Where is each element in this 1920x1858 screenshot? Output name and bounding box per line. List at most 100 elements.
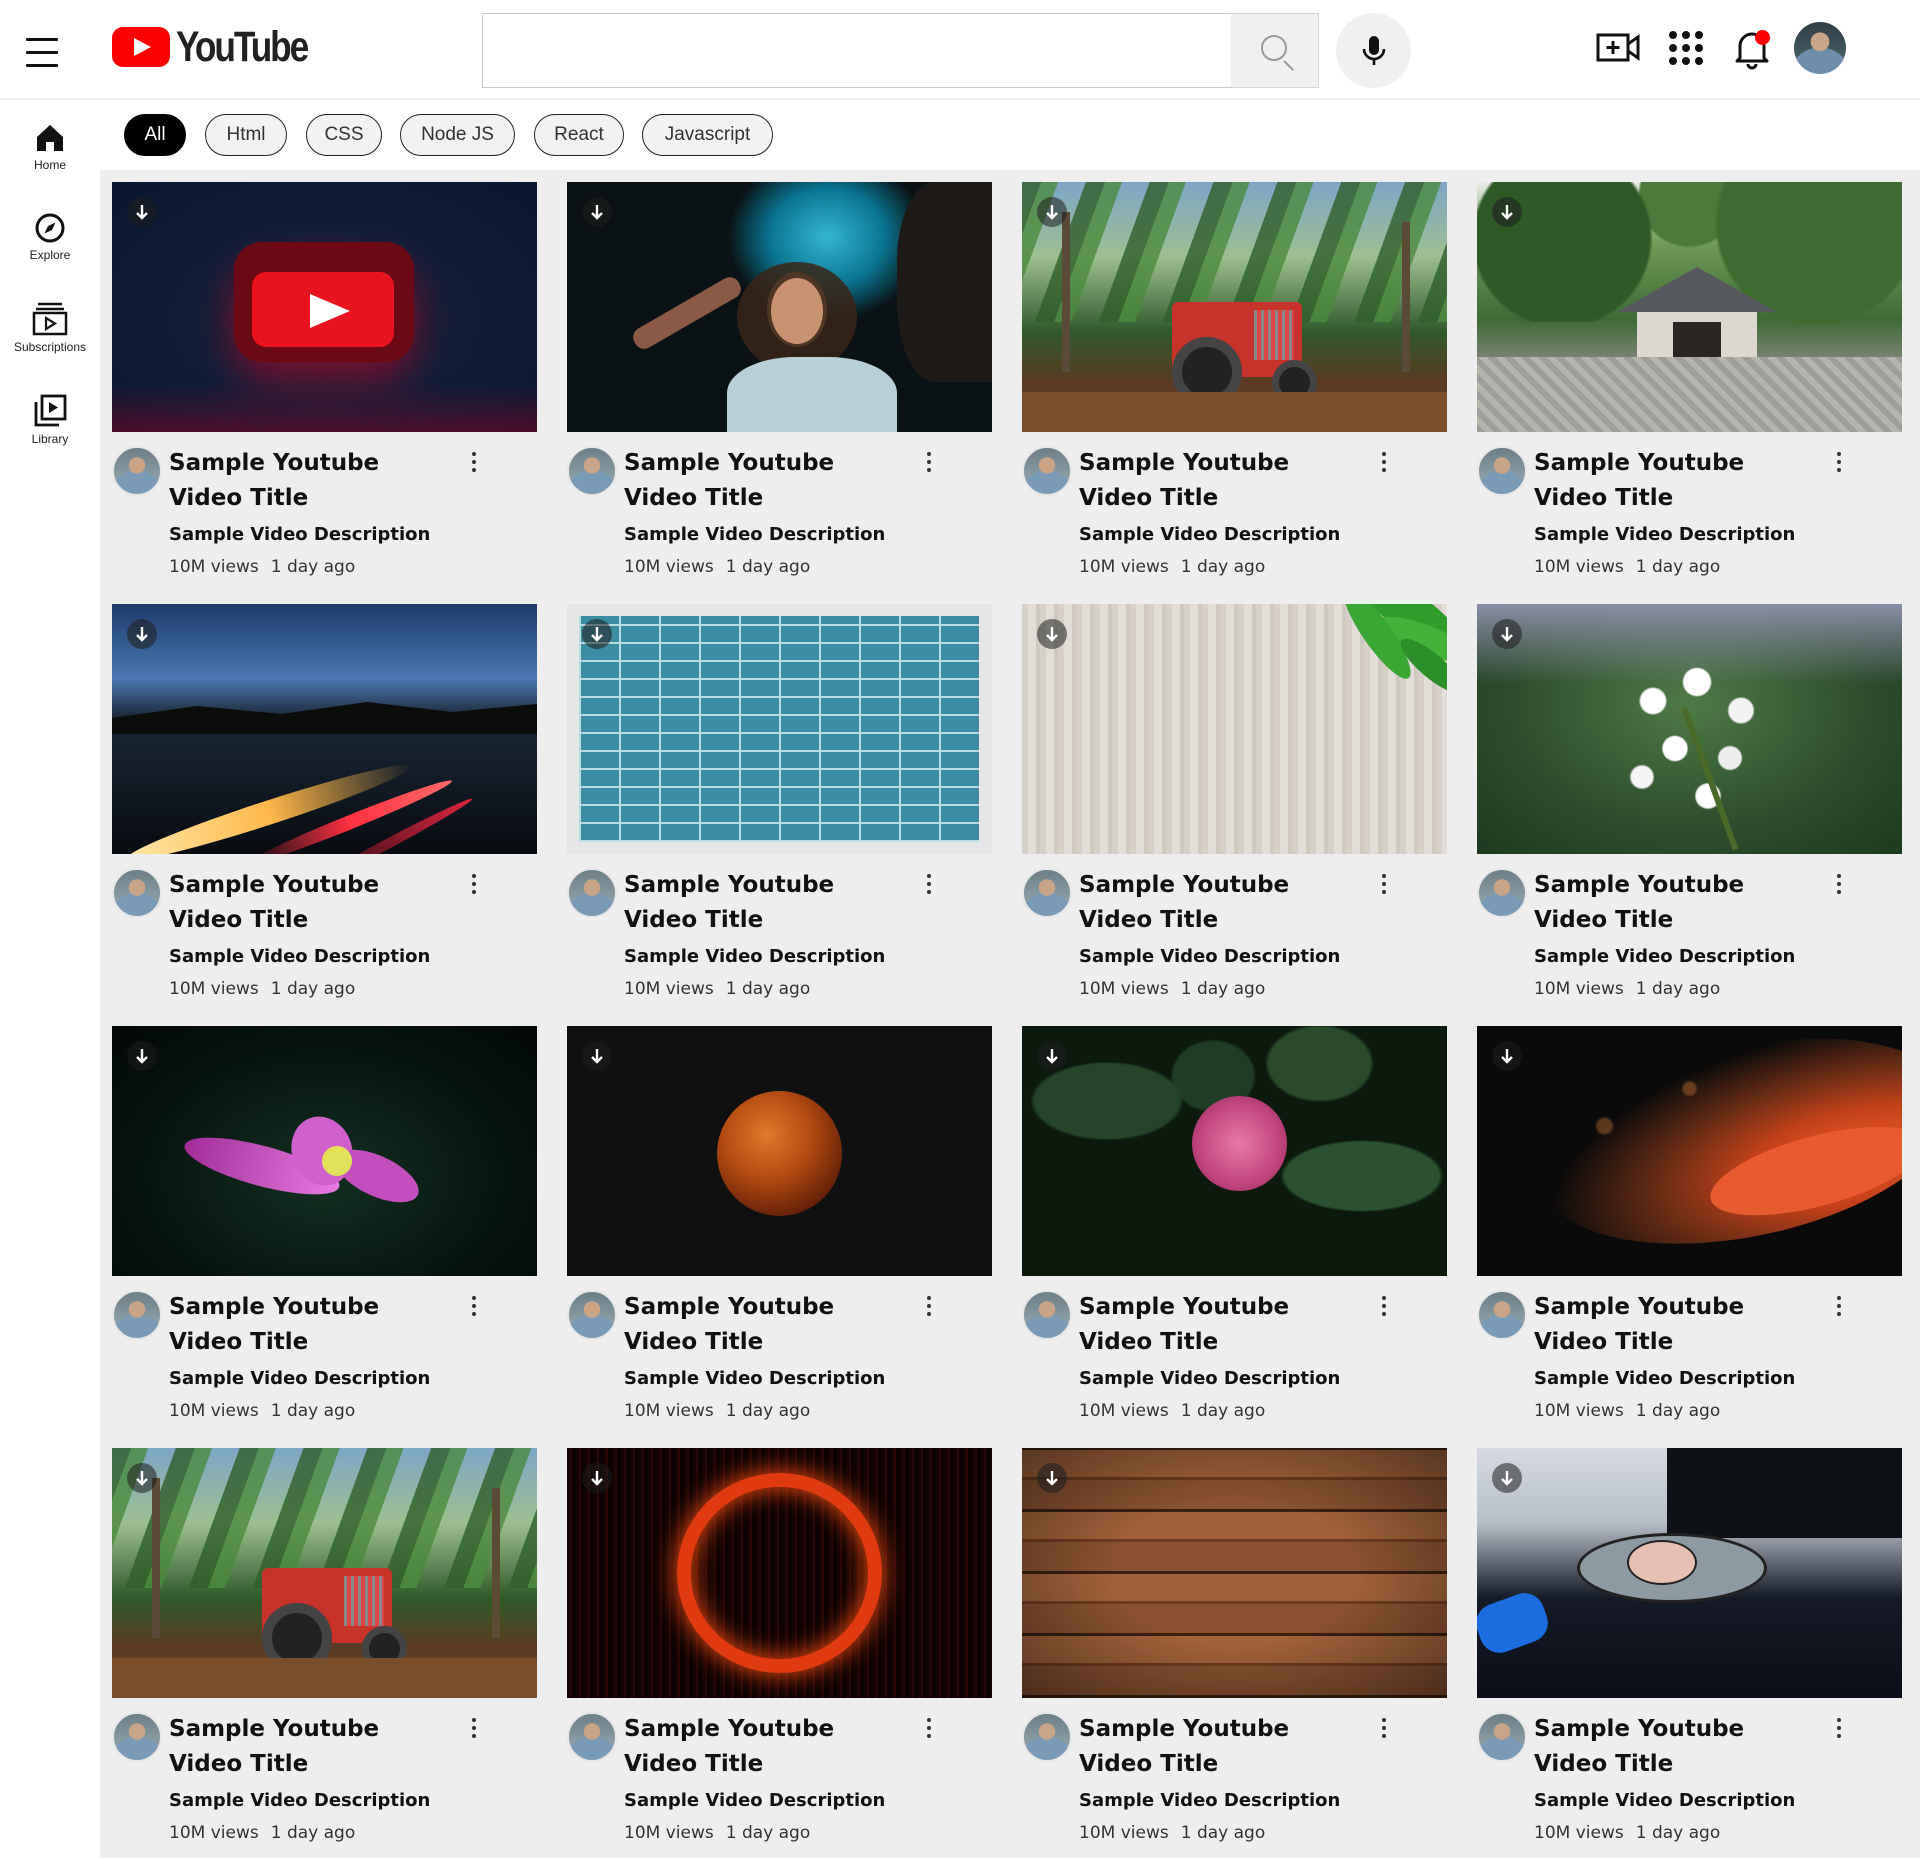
channel-avatar[interactable] — [567, 1290, 617, 1340]
video-thumbnail[interactable] — [1022, 182, 1447, 432]
more-options-icon[interactable] — [1374, 452, 1394, 482]
hamburger-menu-icon[interactable] — [26, 38, 74, 74]
video-title[interactable]: Sample Youtube Video Title — [624, 1712, 894, 1782]
chip-javascript[interactable]: Javascript — [642, 114, 773, 156]
channel-avatar[interactable] — [567, 446, 617, 496]
download-icon[interactable] — [582, 1463, 612, 1493]
video-thumbnail[interactable] — [567, 604, 992, 854]
video-card[interactable]: Sample Youtube Video Title Sample Video D… — [1477, 604, 1902, 1014]
video-title[interactable]: Sample Youtube Video Title — [624, 868, 894, 938]
video-thumbnail[interactable] — [112, 1026, 537, 1276]
create-video-icon[interactable] — [1594, 24, 1642, 72]
apps-grid-icon[interactable] — [1662, 24, 1710, 72]
video-title[interactable]: Sample Youtube Video Title — [1079, 1290, 1349, 1360]
channel-avatar[interactable] — [1022, 446, 1072, 496]
channel-avatar[interactable] — [112, 868, 162, 918]
video-card[interactable]: Sample Youtube Video Title Sample Video D… — [567, 604, 992, 1014]
download-icon[interactable] — [582, 619, 612, 649]
video-title[interactable]: Sample Youtube Video Title — [169, 446, 439, 516]
video-card[interactable]: Sample Youtube Video Title Sample Video D… — [1477, 1448, 1902, 1858]
video-title[interactable]: Sample Youtube Video Title — [169, 1290, 439, 1360]
video-thumbnail[interactable] — [1477, 182, 1902, 432]
video-card[interactable]: Sample Youtube Video Title Sample Video D… — [567, 182, 992, 592]
channel-avatar[interactable] — [1477, 1290, 1527, 1340]
notification-bell-icon[interactable] — [1728, 24, 1776, 72]
video-thumbnail[interactable] — [567, 1026, 992, 1276]
video-card[interactable]: Sample Youtube Video Title Sample Video D… — [1022, 1026, 1447, 1436]
more-options-icon[interactable] — [464, 874, 484, 904]
account-avatar[interactable] — [1794, 22, 1846, 74]
download-icon[interactable] — [127, 619, 157, 649]
video-card[interactable]: Sample Youtube Video Title Sample Video D… — [112, 1448, 537, 1858]
video-title[interactable]: Sample Youtube Video Title — [1079, 446, 1349, 516]
video-thumbnail[interactable] — [1477, 1026, 1902, 1276]
video-thumbnail[interactable] — [112, 604, 537, 854]
video-title[interactable]: Sample Youtube Video Title — [1534, 868, 1804, 938]
video-card[interactable]: Sample Youtube Video Title Sample Video D… — [1477, 1026, 1902, 1436]
download-icon[interactable] — [127, 197, 157, 227]
more-options-icon[interactable] — [464, 1718, 484, 1748]
video-title[interactable]: Sample Youtube Video Title — [1534, 1712, 1804, 1782]
video-title[interactable]: Sample Youtube Video Title — [169, 868, 439, 938]
more-options-icon[interactable] — [919, 874, 939, 904]
video-title[interactable]: Sample Youtube Video Title — [1534, 1290, 1804, 1360]
channel-avatar[interactable] — [112, 1290, 162, 1340]
more-options-icon[interactable] — [919, 1296, 939, 1326]
video-card[interactable]: Sample Youtube Video Title Sample Video D… — [1022, 604, 1447, 1014]
more-options-icon[interactable] — [464, 1296, 484, 1326]
video-card[interactable]: Sample Youtube Video Title Sample Video D… — [567, 1448, 992, 1858]
video-thumbnail[interactable] — [1477, 1448, 1902, 1698]
channel-avatar[interactable] — [112, 1712, 162, 1762]
video-thumbnail[interactable] — [567, 1448, 992, 1698]
download-icon[interactable] — [127, 1041, 157, 1071]
video-thumbnail[interactable] — [1022, 604, 1447, 854]
video-title[interactable]: Sample Youtube Video Title — [624, 1290, 894, 1360]
chip-css[interactable]: CSS — [306, 114, 382, 156]
more-options-icon[interactable] — [919, 1718, 939, 1748]
chip-all[interactable]: All — [124, 114, 186, 156]
download-icon[interactable] — [1492, 1463, 1522, 1493]
video-card[interactable]: Sample Youtube Video Title Sample Video D… — [1477, 182, 1902, 592]
more-options-icon[interactable] — [1374, 1296, 1394, 1326]
sidebar-item-subscriptions[interactable]: Subscriptions — [0, 302, 100, 380]
download-icon[interactable] — [582, 1041, 612, 1071]
channel-avatar[interactable] — [1477, 868, 1527, 918]
more-options-icon[interactable] — [1374, 874, 1394, 904]
download-icon[interactable] — [127, 1463, 157, 1493]
more-options-icon[interactable] — [1829, 874, 1849, 904]
more-options-icon[interactable] — [1829, 452, 1849, 482]
video-card[interactable]: Sample Youtube Video Title Sample Video D… — [1022, 1448, 1447, 1858]
video-title[interactable]: Sample Youtube Video Title — [1534, 446, 1804, 516]
more-options-icon[interactable] — [1374, 1718, 1394, 1748]
video-card[interactable]: Sample Youtube Video Title Sample Video D… — [112, 1026, 537, 1436]
search-input[interactable] — [482, 13, 1232, 88]
chip-react[interactable]: React — [534, 114, 624, 156]
download-icon[interactable] — [1492, 619, 1522, 649]
more-options-icon[interactable] — [464, 452, 484, 482]
download-icon[interactable] — [1037, 1041, 1067, 1071]
download-icon[interactable] — [1492, 197, 1522, 227]
video-title[interactable]: Sample Youtube Video Title — [169, 1712, 439, 1782]
video-thumbnail[interactable] — [567, 182, 992, 432]
sidebar-item-explore[interactable]: Explore — [0, 212, 100, 290]
video-title[interactable]: Sample Youtube Video Title — [1079, 868, 1349, 938]
download-icon[interactable] — [1037, 1463, 1067, 1493]
channel-avatar[interactable] — [112, 446, 162, 496]
channel-avatar[interactable] — [1477, 1712, 1527, 1762]
channel-avatar[interactable] — [1022, 1290, 1072, 1340]
video-thumbnail[interactable] — [112, 182, 537, 432]
video-card[interactable]: Sample Youtube Video Title Sample Video D… — [567, 1026, 992, 1436]
more-options-icon[interactable] — [1829, 1718, 1849, 1748]
video-title[interactable]: Sample Youtube Video Title — [624, 446, 894, 516]
channel-avatar[interactable] — [1022, 868, 1072, 918]
channel-avatar[interactable] — [1022, 1712, 1072, 1762]
voice-search-button[interactable] — [1336, 13, 1411, 88]
video-thumbnail[interactable] — [1022, 1026, 1447, 1276]
sidebar-item-library[interactable]: Library — [0, 394, 100, 472]
video-title[interactable]: Sample Youtube Video Title — [1079, 1712, 1349, 1782]
video-thumbnail[interactable] — [1022, 1448, 1447, 1698]
download-icon[interactable] — [1492, 1041, 1522, 1071]
channel-avatar[interactable] — [567, 1712, 617, 1762]
more-options-icon[interactable] — [1829, 1296, 1849, 1326]
video-card[interactable]: Sample Youtube Video Title Sample Video D… — [112, 604, 537, 1014]
